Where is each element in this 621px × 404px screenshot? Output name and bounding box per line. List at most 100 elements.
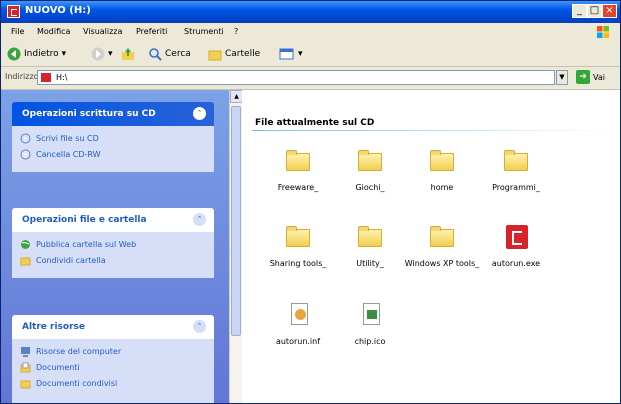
window-title: NUOVO (H:) xyxy=(25,5,91,16)
address-label: Indirizzo xyxy=(5,72,39,81)
shared-documents-icon xyxy=(20,380,31,388)
chevron-down-icon: ▾ xyxy=(61,49,67,59)
file-name: Freeware_ xyxy=(277,183,319,192)
menu-tools[interactable]: Strumenti xyxy=(184,27,224,36)
scroll-thumb[interactable] xyxy=(231,106,241,336)
forward-arrow-icon xyxy=(91,47,105,61)
task-share-folder[interactable]: Condividi cartella xyxy=(20,252,206,268)
task-erase-cdrw[interactable]: Cancella CD-RW xyxy=(20,146,206,162)
panel-cd-writing: Operazioni scrittura su CD ⌃ Scrivi file… xyxy=(12,102,214,172)
link-shared-documents[interactable]: Documenti condivisi xyxy=(20,375,206,391)
minimize-button[interactable]: _ xyxy=(572,4,587,18)
file-item[interactable]: Sharing tools_ xyxy=(260,223,336,269)
content-area: Operazioni scrittura su CD ⌃ Scrivi file… xyxy=(1,90,620,403)
cd-drive-icon xyxy=(41,73,51,82)
title-bar[interactable]: NUOVO (H:) _ □ × xyxy=(1,1,620,23)
file-item[interactable]: Utility_ xyxy=(332,223,408,269)
close-button[interactable]: × xyxy=(602,4,617,18)
panel-header[interactable]: Operazioni file e cartella ⌃ xyxy=(12,208,214,232)
file-item[interactable]: Programmi_ xyxy=(478,147,554,193)
file-item[interactable]: Giochi_ xyxy=(332,147,408,193)
windows-logo-icon xyxy=(597,26,609,38)
computer-icon xyxy=(21,346,30,357)
file-item[interactable]: chip.ico xyxy=(332,301,408,347)
address-value: H:\ xyxy=(56,73,68,82)
link-label: Documenti condivisi xyxy=(36,378,118,388)
up-folder-icon xyxy=(122,48,134,60)
menu-edit[interactable]: Modifica xyxy=(37,27,70,36)
panel-body: Scrivi file su CD Cancella CD-RW xyxy=(12,126,214,172)
file-name: autorun.exe xyxy=(491,259,541,268)
search-icon xyxy=(149,48,162,61)
maximize-button[interactable]: □ xyxy=(587,4,602,18)
folders-label: Cartelle xyxy=(225,49,261,59)
file-name: Utility_ xyxy=(356,259,384,268)
panel-header[interactable]: Operazioni scrittura su CD ⌃ xyxy=(12,102,214,126)
file-item[interactable]: Windows XP tools_ xyxy=(402,223,482,269)
folder-icon xyxy=(358,226,382,247)
up-folder-button[interactable] xyxy=(121,47,135,61)
menu-view[interactable]: Visualizza xyxy=(83,27,122,36)
collapse-chevron-icon[interactable]: ⌃ xyxy=(193,320,206,333)
panel-body: Pubblica cartella sul Web Condividi cart… xyxy=(12,232,214,278)
collapse-chevron-icon[interactable]: ⌃ xyxy=(193,107,206,120)
search-label: Cerca xyxy=(165,49,191,59)
erase-cd-icon xyxy=(20,149,31,159)
task-label: Cancella CD-RW xyxy=(36,149,101,159)
address-field[interactable]: H:\ xyxy=(37,70,555,85)
panel-title: Operazioni file e cartella xyxy=(22,215,147,225)
documents-folder-icon xyxy=(20,362,31,372)
panel-header[interactable]: Altre risorse ⌃ xyxy=(12,315,214,339)
link-my-computer[interactable]: Risorse del computer xyxy=(20,343,206,359)
task-pane: Operazioni scrittura su CD ⌃ Scrivi file… xyxy=(1,90,229,403)
panel-title: Altre risorse xyxy=(22,322,85,332)
file-item[interactable]: home xyxy=(404,147,480,193)
search-button[interactable]: Cerca xyxy=(148,47,191,61)
file-name: chip.ico xyxy=(354,337,386,346)
burn-cd-icon xyxy=(20,133,31,143)
chevron-down-icon: ▾ xyxy=(298,49,303,59)
file-name: autorun.inf xyxy=(275,337,321,346)
address-dropdown-button[interactable]: ▼ xyxy=(556,70,568,85)
folder-icon xyxy=(430,150,454,171)
menu-favorites[interactable]: Preferiti xyxy=(136,27,167,36)
collapse-chevron-icon[interactable]: ⌃ xyxy=(193,213,206,226)
file-item[interactable]: autorun.exe xyxy=(478,223,554,269)
link-label: Documenti xyxy=(36,362,80,372)
back-button[interactable]: Indietro ▾ xyxy=(7,47,66,61)
file-name: Sharing tools_ xyxy=(269,259,327,268)
go-button[interactable]: ➜ Vai xyxy=(576,70,605,84)
chevron-down-icon: ▾ xyxy=(108,49,113,59)
file-list-pane: File attualmente sul CD Freeware_ Giochi… xyxy=(242,90,620,403)
folder-icon xyxy=(504,150,528,171)
menu-file[interactable]: File xyxy=(11,27,24,36)
panel-title: Operazioni scrittura su CD xyxy=(22,109,156,119)
panel-body: Risorse del computer Documenti Documenti… xyxy=(12,339,214,403)
folder-icon xyxy=(286,226,310,247)
forward-button[interactable]: ▾ xyxy=(91,47,113,61)
file-name: Programmi_ xyxy=(492,183,540,192)
link-label: Risorse del computer xyxy=(36,346,122,356)
folder-icon xyxy=(430,226,454,247)
go-label: Vai xyxy=(593,72,605,82)
folders-button[interactable]: Cartelle xyxy=(208,47,260,61)
panel-other-places: Altre risorse ⌃ Risorse del computer Doc… xyxy=(12,315,214,403)
file-name: Windows XP tools_ xyxy=(404,259,480,268)
share-folder-icon xyxy=(20,257,31,265)
address-bar: Indirizzo H:\ ▼ ➜ Vai xyxy=(1,67,620,90)
folders-icon xyxy=(208,50,222,61)
taskpane-scrollbar[interactable]: ▲ xyxy=(229,90,243,403)
panel-file-folder: Operazioni file e cartella ⌃ Pubblica ca… xyxy=(12,208,214,278)
file-item[interactable]: Freeware_ xyxy=(260,147,336,193)
task-publish-web[interactable]: Pubblica cartella sul Web xyxy=(20,236,206,252)
task-write-cd[interactable]: Scrivi file su CD xyxy=(20,130,206,146)
section-divider xyxy=(252,130,612,131)
link-documents[interactable]: Documenti xyxy=(20,359,206,375)
cd-drive-icon xyxy=(7,5,20,18)
file-item[interactable]: autorun.inf xyxy=(260,301,336,347)
task-label: Scrivi file su CD xyxy=(36,133,99,143)
menu-help[interactable]: ? xyxy=(234,27,238,36)
files-section-title: File attualmente sul CD xyxy=(255,118,375,128)
inf-file-icon xyxy=(291,303,308,325)
views-button[interactable]: ▾ xyxy=(279,47,303,61)
